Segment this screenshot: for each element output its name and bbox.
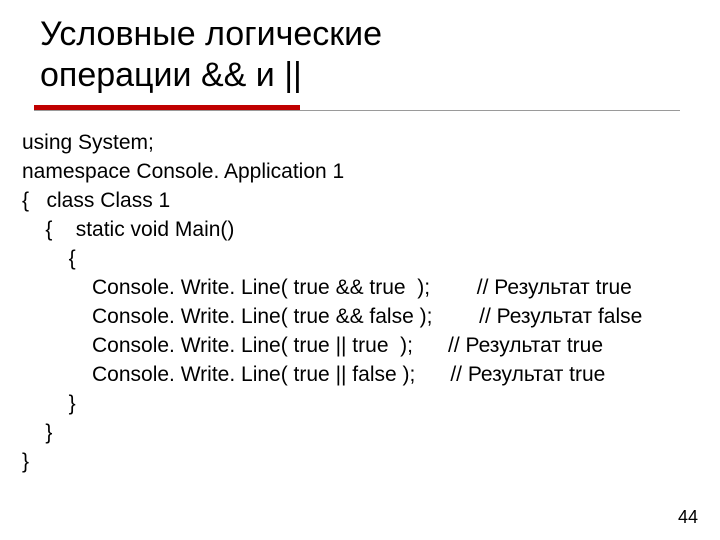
code-line: using System; <box>22 129 720 158</box>
code-line: { <box>22 245 720 274</box>
code-line: Console. Write. Line( true && false ); /… <box>22 303 720 332</box>
code-line: } <box>22 390 720 419</box>
code-line: } <box>22 448 720 477</box>
code-line: { class Class 1 <box>22 187 720 216</box>
slide-title-line1: Условные логические <box>40 14 720 55</box>
slide: Условные логические операции && и || usi… <box>0 0 720 540</box>
code-line: Console. Write. Line( true || false ); /… <box>22 361 720 390</box>
title-block: Условные логические операции && и || <box>0 0 720 97</box>
page-number: 44 <box>678 507 698 528</box>
slide-title-line2: операции && и || <box>40 55 720 96</box>
code-line: } <box>22 419 720 448</box>
code-line: Console. Write. Line( true || true ); //… <box>22 332 720 361</box>
code-block: using System; namespace Console. Applica… <box>0 105 720 477</box>
code-line: namespace Console. Application 1 <box>22 158 720 187</box>
title-underline-grey <box>34 110 680 111</box>
code-line: { static void Main() <box>22 216 720 245</box>
code-line: Console. Write. Line( true && true ); //… <box>22 274 720 303</box>
